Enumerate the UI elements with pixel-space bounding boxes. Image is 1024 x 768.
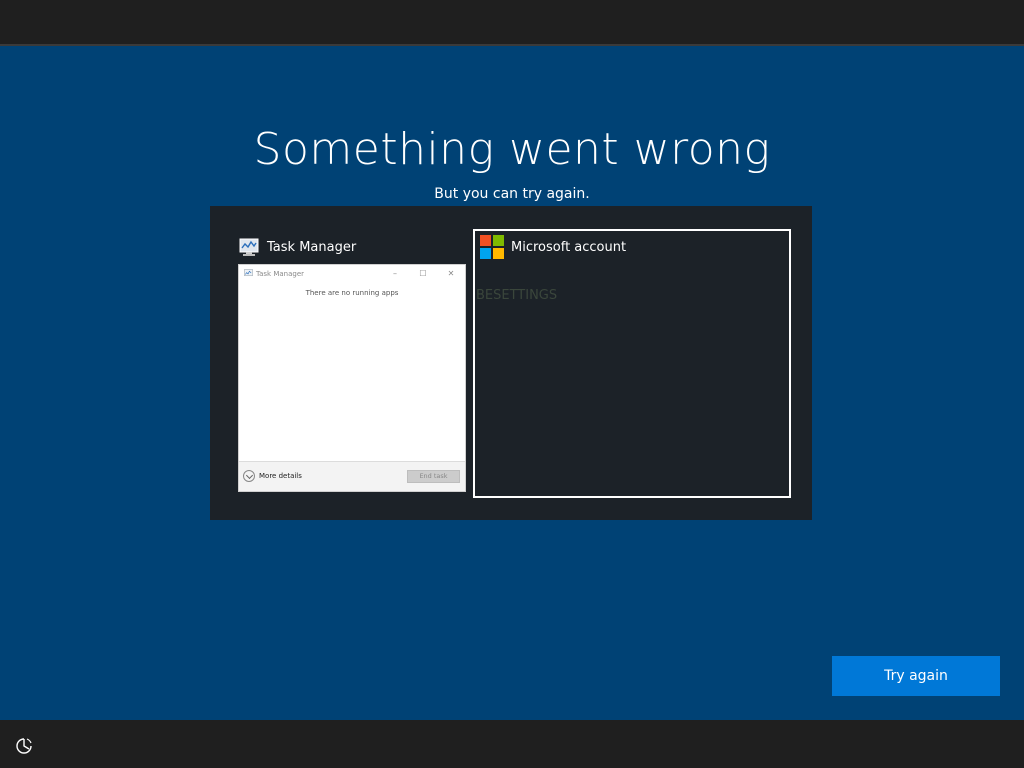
task-manager-small-icon — [244, 269, 253, 277]
minimize-icon[interactable]: – — [381, 265, 409, 282]
task-manager-thumbnail[interactable]: Task Manager – ☐ ✕ There are no running … — [238, 264, 466, 492]
bottom-bar — [0, 720, 1024, 768]
close-icon[interactable]: ✕ — [437, 265, 465, 282]
task-manager-window-title: Task Manager — [256, 269, 305, 278]
app-switcher-panel: Task Manager Task Manager – ☐ ✕ There ar… — [210, 206, 812, 520]
chevron-down-icon — [243, 470, 255, 482]
task-manager-icon — [239, 238, 259, 256]
more-details-button[interactable]: More details — [243, 470, 302, 482]
end-task-button[interactable]: End task — [407, 470, 460, 483]
maximize-icon[interactable]: ☐ — [409, 265, 437, 282]
task-manager-footer: More details End task — [239, 461, 465, 491]
page-title: Something went wrong — [253, 124, 771, 175]
ease-of-access-icon[interactable] — [14, 736, 34, 756]
top-bar — [0, 0, 1024, 46]
more-details-label: More details — [259, 472, 302, 480]
task-manager-titlebar: Task Manager – ☐ ✕ — [239, 265, 465, 282]
microsoft-account-thumbnail[interactable] — [473, 229, 791, 498]
no-running-apps-message: There are no running apps — [305, 289, 399, 297]
try-again-button[interactable]: Try again — [832, 656, 1000, 696]
background-ghost-text: BESETTINGS — [476, 288, 558, 303]
task-manager-header[interactable]: Task Manager — [238, 236, 356, 258]
task-manager-label: Task Manager — [267, 239, 357, 255]
page-subtitle: But you can try again. — [434, 186, 590, 202]
